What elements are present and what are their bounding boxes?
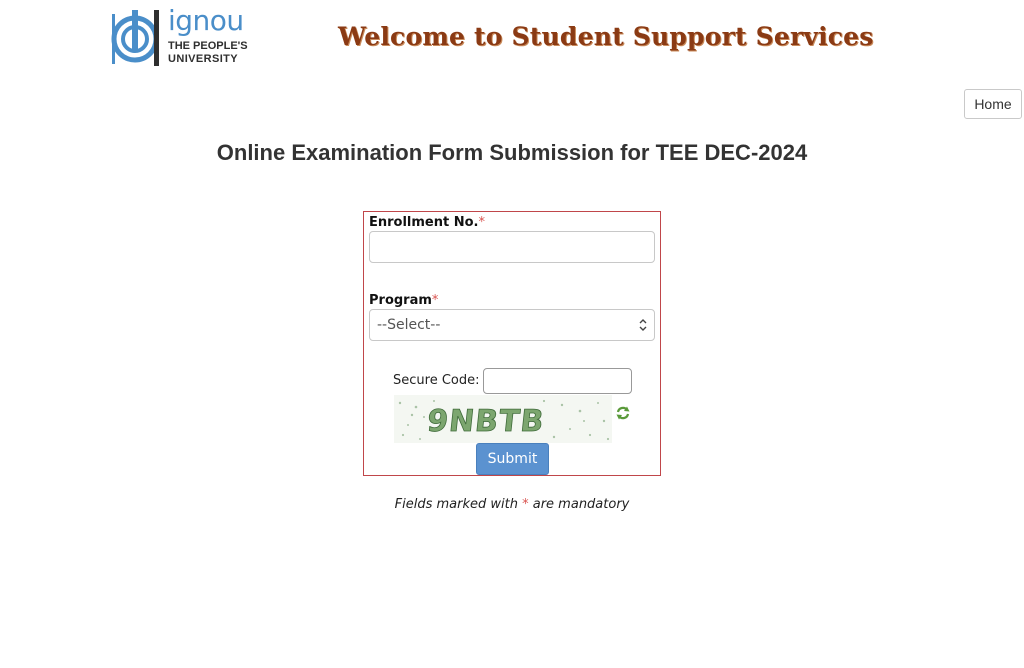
enrollment-label: Enrollment No.* — [369, 215, 485, 230]
banner-title: Welcome to Student Support Services — [338, 22, 874, 51]
exam-form: Enrollment No.* Program* --Select-- Secu… — [363, 211, 661, 476]
logo-wordmark: ignou — [168, 4, 244, 37]
refresh-captcha-icon[interactable] — [615, 405, 631, 421]
required-asterisk: * — [431, 293, 439, 308]
logo-tagline-line2: UNIVERSITY — [168, 53, 239, 65]
home-button[interactable]: Home — [964, 89, 1022, 119]
program-selected-value: --Select-- — [377, 317, 441, 333]
captcha-image: 9NBTB — [394, 395, 612, 443]
required-asterisk: * — [478, 215, 486, 230]
program-label-text: Program — [369, 293, 432, 308]
secure-code-input[interactable] — [483, 368, 632, 394]
ignou-logo: ignou THE PEOPLE'S UNIVERSITY — [110, 4, 248, 68]
page-title: Online Examination Form Submission for T… — [216, 140, 808, 165]
secure-code-label: Secure Code: — [393, 373, 480, 388]
enrollment-input[interactable] — [369, 231, 655, 263]
program-select[interactable]: --Select-- — [369, 309, 655, 341]
mandatory-note: Fields marked with * are mandatory — [0, 497, 1024, 512]
mandatory-note-after: are mandatory — [528, 497, 630, 512]
select-updown-icon — [639, 319, 647, 331]
submit-button[interactable]: Submit — [476, 443, 549, 475]
enrollment-label-text: Enrollment No. — [369, 215, 479, 230]
ignou-emblem-icon — [111, 10, 159, 66]
captcha-text: 9NBTB — [425, 404, 546, 439]
program-label: Program* — [369, 293, 438, 308]
mandatory-note-before: Fields marked with — [394, 497, 523, 512]
logo-tagline-line1: THE PEOPLE'S — [168, 40, 248, 52]
